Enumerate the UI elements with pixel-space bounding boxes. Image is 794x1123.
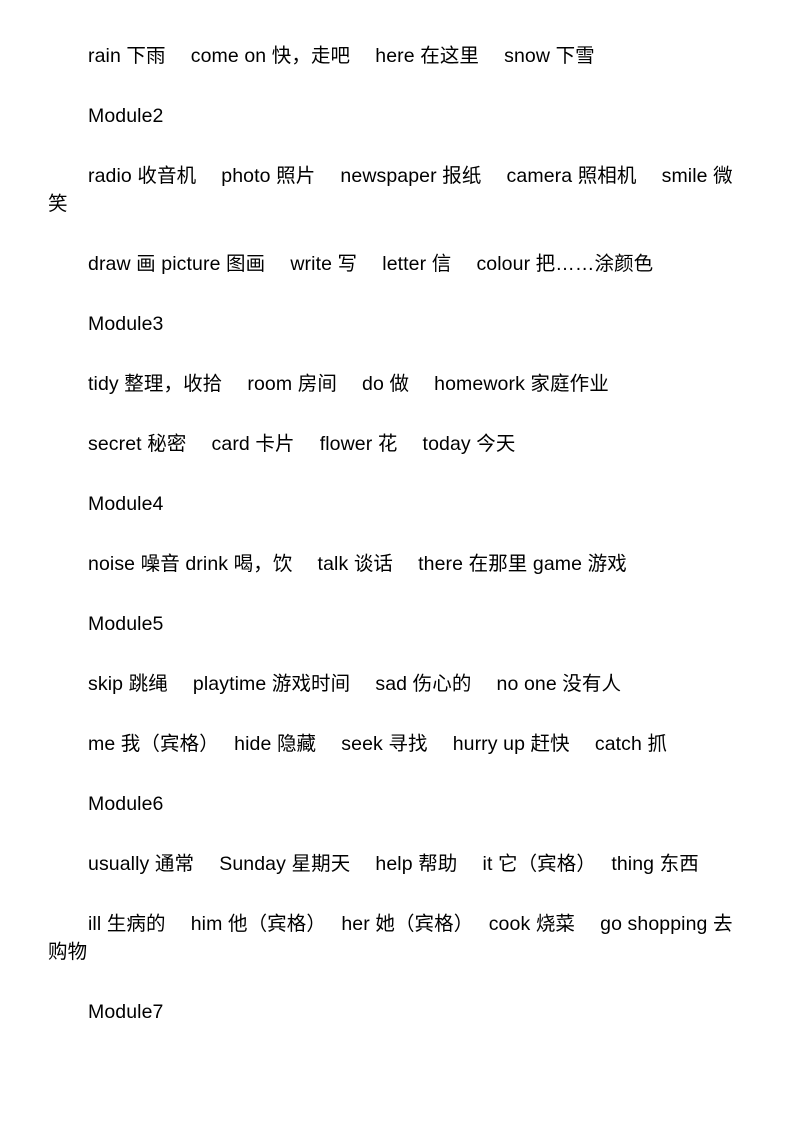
- module4-heading: Module4: [88, 493, 164, 515]
- module2-vocab-line-1: radio 收音机 photo 照片 newspaper 报纸 camera 照…: [48, 165, 733, 215]
- module5-vocab-line-2: me 我（宾格） hide 隐藏 seek 寻找 hurry up 赶快 cat…: [88, 733, 668, 755]
- module6-vocab-line-1: usually 通常 Sunday 星期天 help 帮助 it 它（宾格） t…: [88, 853, 699, 875]
- module6-heading: Module6: [88, 793, 164, 815]
- module2-vocab-line-2: draw 画 picture 图画 write 写 letter 信 colou…: [88, 253, 654, 275]
- module2-heading: Module2: [88, 105, 164, 127]
- module1-vocab-line: rain 下雨 come on 快，走吧 here 在这里 snow 下雪: [88, 45, 595, 67]
- module5-heading: Module5: [88, 613, 164, 635]
- module3-heading: Module3: [88, 313, 164, 335]
- module6-vocab-line-2: ill 生病的 him 他（宾格） her 她（宾格） cook 烧菜 go s…: [48, 913, 733, 963]
- module3-vocab-line-2: secret 秘密 card 卡片 flower 花 today 今天: [88, 433, 516, 455]
- module4-vocab-line-1: noise 噪音 drink 喝，饮 talk 谈话 there 在那里 gam…: [88, 553, 627, 575]
- module7-heading: Module7: [88, 1001, 164, 1023]
- module5-vocab-line-1: skip 跳绳 playtime 游戏时间 sad 伤心的 no one 没有人: [88, 673, 622, 695]
- module3-vocab-line-1: tidy 整理，收拾 room 房间 do 做 homework 家庭作业: [88, 373, 609, 395]
- document-page: rain 下雨 come on 快，走吧 here 在这里 snow 下雪 Mod…: [0, 0, 794, 1123]
- document-body: rain 下雨 come on 快，走吧 here 在这里 snow 下雪 Mod…: [48, 42, 745, 1026]
